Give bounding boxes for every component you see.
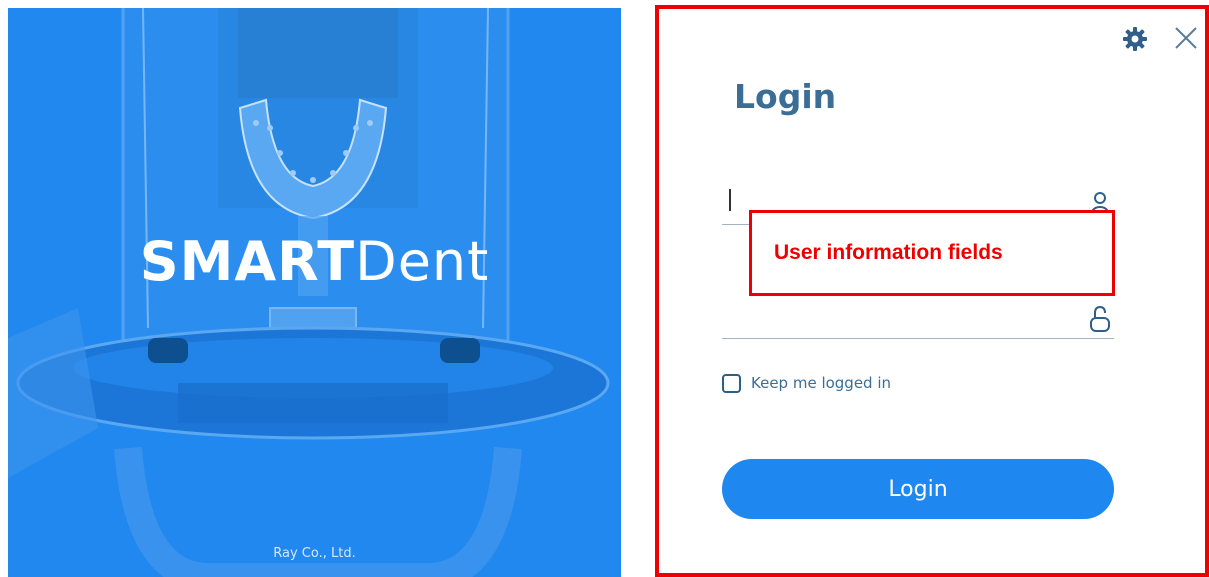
text-caret [729, 189, 731, 211]
login-title: Login [734, 77, 837, 116]
gear-icon [1123, 27, 1147, 51]
keep-logged-in-toggle[interactable]: Keep me logged in [722, 372, 891, 394]
brand-logo-part1: SMART [139, 230, 356, 293]
login-panel: Login User information fields Keep me lo… [655, 5, 1209, 577]
brand-logo: SMARTDent [8, 230, 621, 293]
login-button[interactable]: Login [722, 459, 1114, 519]
annotation-callout: User information fields [749, 210, 1115, 296]
close-button[interactable] [1173, 25, 1199, 51]
splash-panel: SMARTDent Ray Co., Ltd. [8, 8, 621, 577]
lock-icon [1090, 305, 1110, 332]
keep-logged-in-label: Keep me logged in [751, 374, 892, 392]
annotation-callout-text: User information fields [774, 241, 1003, 264]
password-input[interactable] [722, 295, 1082, 338]
company-name: Ray Co., Ltd. [273, 546, 356, 561]
close-icon [1175, 27, 1197, 49]
keep-logged-in-checkbox[interactable] [722, 373, 741, 393]
settings-button[interactable] [1121, 25, 1149, 53]
password-field [722, 295, 1114, 339]
brand-logo-part2: Dent [355, 230, 490, 293]
